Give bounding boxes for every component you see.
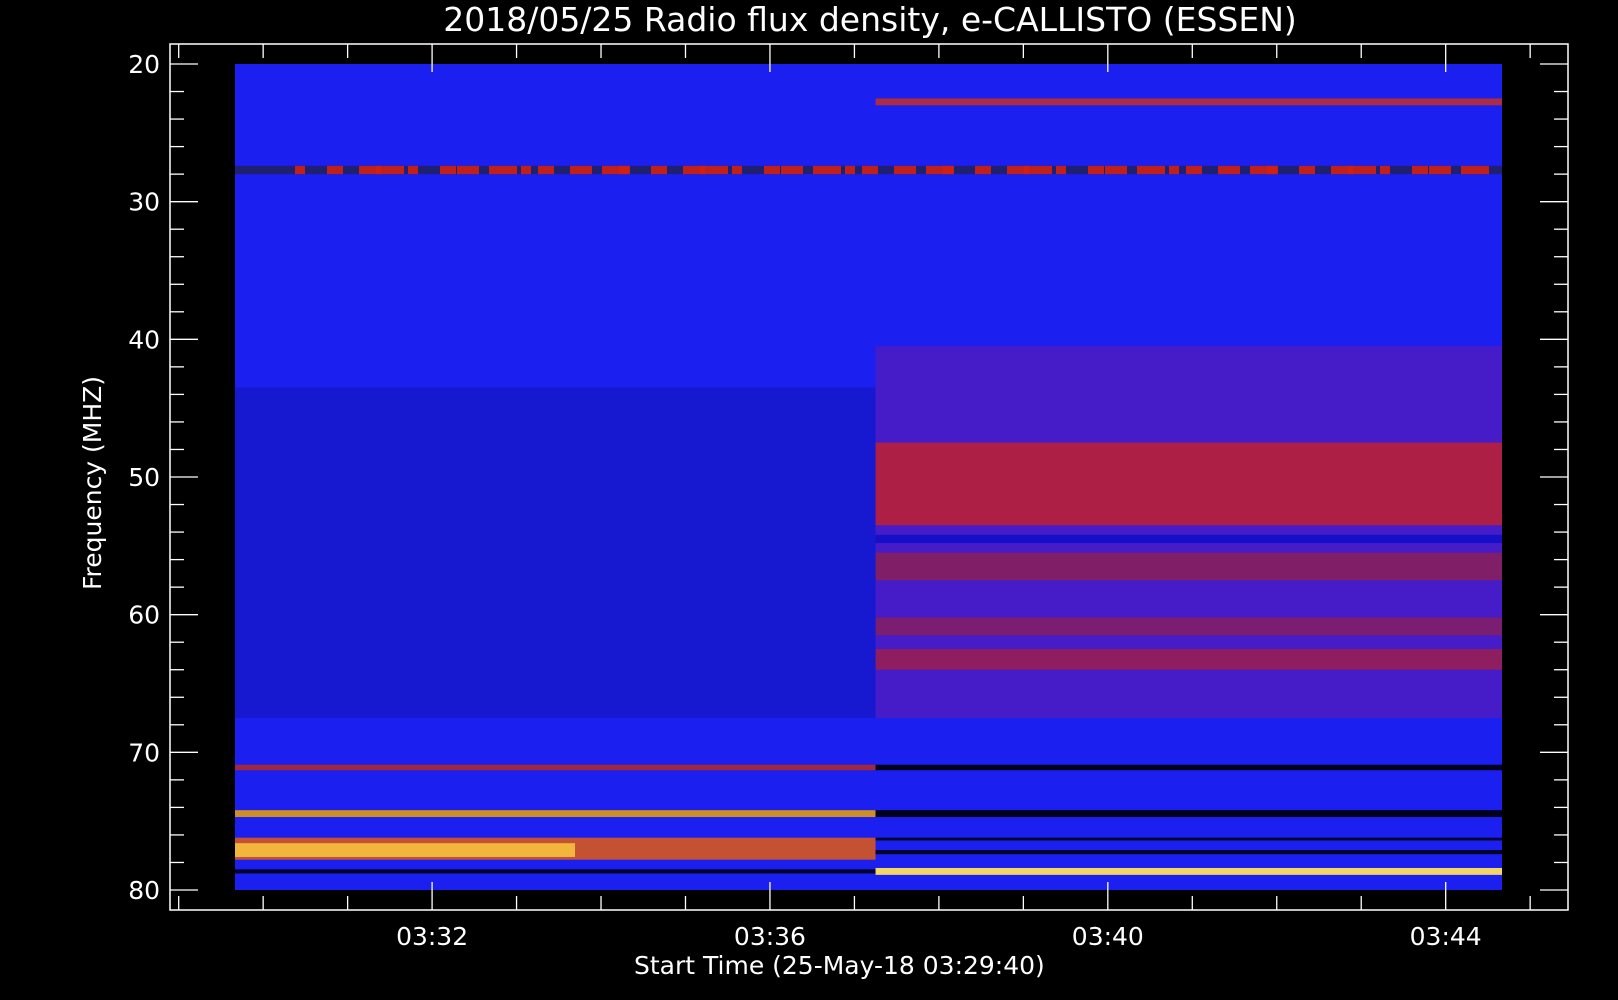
heatmap-band	[376, 165, 404, 175]
heatmap-band	[440, 165, 456, 175]
heatmap-band	[1412, 165, 1428, 175]
chart-title: 2018/05/25 Radio flux density, e-CALLIST…	[443, 0, 1297, 39]
heatmap-band	[875, 552, 1502, 581]
heatmap-band	[875, 810, 1502, 818]
heatmap-band	[875, 837, 1502, 841]
heatmap-band	[1267, 165, 1277, 175]
heatmap-band	[943, 165, 953, 175]
heatmap-band	[1348, 165, 1376, 175]
heatmap-band	[457, 165, 479, 175]
heatmap-band	[975, 165, 991, 175]
x-tick-label: 03:40	[1072, 922, 1144, 951]
heatmap-band	[1218, 165, 1240, 175]
heatmap-band	[1461, 165, 1489, 175]
y-tick-label: 60	[128, 601, 160, 630]
spectrogram-chart: 2018/05/25 Radio flux density, e-CALLIST…	[0, 0, 1618, 1000]
heatmap-band	[781, 165, 803, 175]
heatmap-band	[875, 617, 1502, 636]
heatmap-band	[875, 867, 1502, 875]
y-axis-label: Frequency (MHZ)	[78, 376, 107, 590]
heatmap-band	[764, 165, 780, 175]
heatmap-band	[235, 387, 876, 718]
y-tick-label: 80	[128, 876, 160, 905]
heatmap-band	[875, 850, 1502, 855]
heatmap-band	[327, 165, 343, 175]
heatmap-band	[1088, 165, 1104, 175]
heatmap-band	[235, 843, 575, 857]
heatmap-band	[813, 165, 841, 175]
y-tick-label: 40	[128, 325, 160, 354]
y-tick-label: 30	[128, 188, 160, 217]
heatmap-band	[1024, 165, 1052, 175]
heatmap-band	[651, 165, 667, 175]
heatmap-band	[235, 869, 876, 874]
x-axis-label: Start Time (25-May-18 03:29:40)	[634, 951, 1045, 980]
heatmap-band	[732, 165, 742, 175]
heatmap-band	[875, 649, 1502, 670]
heatmap-band	[408, 165, 418, 175]
x-tick-label: 03:36	[734, 922, 806, 951]
y-tick-label: 20	[128, 50, 160, 79]
heatmap-band	[875, 98, 1502, 106]
plot-area	[235, 64, 1502, 890]
heatmap-band	[875, 534, 1502, 544]
heatmap-band	[1056, 165, 1066, 175]
heatmap-band	[875, 764, 1502, 771]
heatmap-band	[619, 165, 629, 175]
heatmap-band	[845, 165, 855, 175]
x-tick-label: 03:44	[1410, 922, 1482, 951]
heatmap-band	[1380, 165, 1390, 175]
heatmap-band	[235, 764, 876, 771]
heatmap-band	[862, 165, 878, 175]
heatmap-band	[1137, 165, 1165, 175]
heatmap-band	[489, 165, 517, 175]
heatmap-band	[538, 165, 554, 175]
x-tick-label: 03:32	[396, 922, 468, 951]
heatmap-band	[1429, 165, 1451, 175]
y-tick-label: 70	[128, 738, 160, 767]
heatmap-band	[1169, 165, 1179, 175]
heatmap-band	[1186, 165, 1202, 175]
heatmap-band	[1299, 165, 1315, 175]
heatmap-band	[894, 165, 916, 175]
heatmap-band	[570, 165, 592, 175]
y-tick-label: 50	[128, 463, 160, 492]
heatmap-band	[235, 810, 876, 818]
heatmap-band	[521, 165, 531, 175]
heatmap-band	[700, 165, 728, 175]
heatmap-band	[295, 165, 305, 175]
heatmap-band	[1105, 165, 1127, 175]
heatmap-band	[875, 442, 1502, 526]
